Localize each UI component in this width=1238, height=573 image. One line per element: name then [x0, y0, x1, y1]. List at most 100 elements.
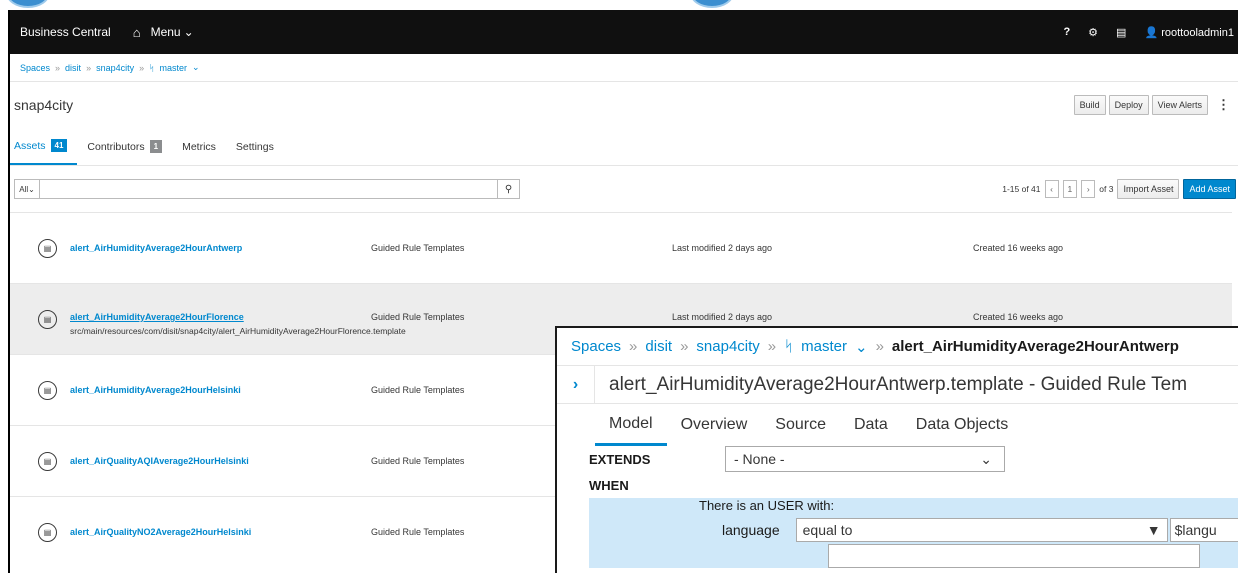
search-icon[interactable]: ⚲: [498, 179, 520, 199]
kebab-menu-icon[interactable]: ⋮: [1217, 97, 1230, 113]
asset-type: Guided Rule Templates: [371, 312, 465, 322]
template-file-icon: ▤: [38, 451, 57, 471]
branch-icon: ᛋ: [149, 62, 155, 73]
asset-name-link[interactable]: alert_AirHumidityAverage2HourFlorence: [70, 312, 244, 322]
asset-modified: Last modified 2 days ago: [672, 243, 773, 253]
editor-title-bar: › alert_AirHumidityAverage2HourAntwerp.t…: [557, 366, 1238, 404]
view-alerts-button[interactable]: View Alerts: [1151, 95, 1208, 115]
import-asset-button[interactable]: Import Asset: [1117, 179, 1180, 199]
breadcrumb-snap4city[interactable]: snap4city: [696, 338, 759, 355]
project-header: snap4city Build Deploy View Alerts ⋮: [10, 82, 1238, 128]
assets-count-badge: 41: [50, 139, 68, 152]
second-operator-select[interactable]: [828, 544, 1200, 568]
chevron-down-icon: ⌄: [28, 184, 35, 194]
user-menu[interactable]: 👤 roottooladmin1: [1144, 26, 1234, 39]
breadcrumb-current-asset: alert_AirHumidityAverage2HourAntwerp: [891, 338, 1179, 355]
chevron-down-icon[interactable]: ⌄: [192, 62, 200, 73]
user-icon: 👤: [1144, 26, 1159, 39]
pagination-range: 1-15 of 41: [1002, 184, 1041, 194]
decorative-blob: [6, 0, 50, 8]
menu-dropdown[interactable]: Menu ⌄: [151, 25, 194, 39]
tab-label: Assets: [14, 139, 46, 152]
breadcrumb: Spaces » disit » snap4city » ᛋ master ⌄: [10, 54, 1238, 82]
operator-value: equal to: [802, 522, 853, 538]
breadcrumb-snap4city[interactable]: snap4city: [96, 63, 134, 73]
project-title: snap4city: [14, 97, 74, 113]
operator-select[interactable]: equal to ▼: [795, 518, 1168, 542]
breadcrumb-separator: »: [86, 62, 92, 73]
build-button[interactable]: Build: [1073, 95, 1106, 115]
tab-overview[interactable]: Overview: [667, 404, 762, 446]
caret-down-icon: ▼: [1146, 522, 1161, 538]
breadcrumb-separator: »: [55, 62, 61, 73]
breadcrumb-spaces[interactable]: Spaces: [571, 338, 621, 355]
asset-created: Created 16 weeks ago: [973, 243, 1064, 253]
asset-name-link[interactable]: alert_AirHumidityAverage2HourAntwerp: [70, 243, 242, 253]
asset-type-value: All: [19, 184, 29, 194]
asset-path: src/main/resources/com/disit/snap4city/a…: [70, 326, 406, 336]
template-file-icon: ▤: [38, 238, 57, 258]
asset-type: Guided Rule Templates: [371, 243, 465, 253]
tab-label: Settings: [235, 140, 274, 153]
tasks-icon[interactable]: ▤: [1116, 26, 1126, 39]
extends-value: - None -: [734, 451, 785, 467]
gear-icon[interactable]: ⚙: [1088, 26, 1098, 39]
breadcrumb-separator: »: [139, 62, 145, 73]
breadcrumb-disit[interactable]: disit: [645, 338, 672, 355]
editor-breadcrumb: Spaces » disit » snap4city » ᛋ master ⌄ …: [557, 328, 1238, 366]
pagination: 1-15 of 41 ‹ 1 › of 3 Import Asset Add A…: [1002, 179, 1238, 199]
extends-select[interactable]: - None - ⌄: [725, 446, 1005, 472]
template-file-icon: ▤: [38, 309, 57, 329]
tab-label: Metrics: [182, 140, 216, 153]
next-page-button[interactable]: ›: [1081, 180, 1096, 198]
tab-source[interactable]: Source: [761, 404, 840, 446]
help-icon[interactable]: ?: [1063, 26, 1070, 38]
tab-data[interactable]: Data: [840, 404, 902, 446]
breadcrumb-separator: »: [875, 338, 884, 355]
asset-name-link[interactable]: alert_AirHumidityAverage2HourHelsinki: [70, 385, 241, 395]
menu-label: Menu: [150, 25, 181, 39]
tab-metrics[interactable]: Metrics: [172, 128, 226, 165]
contributors-count-badge: 1: [149, 140, 163, 153]
breadcrumb-branch[interactable]: master: [160, 63, 188, 73]
asset-type-select[interactable]: All ⌄: [14, 179, 40, 199]
asset-filter-bar: All ⌄ ⚲ 1-15 of 41 ‹ 1 › of 3 Import Ass…: [10, 166, 1238, 212]
home-icon[interactable]: ⌂: [133, 25, 141, 40]
asset-name-link[interactable]: alert_AirQualityAQIAverage2HourHelsinki: [70, 456, 249, 466]
expand-panel-icon[interactable]: ›: [557, 366, 595, 403]
list-item[interactable]: ▤ alert_AirHumidityAverage2HourAntwerp G…: [10, 212, 1232, 283]
tab-contributors[interactable]: Contributors 1: [77, 128, 172, 165]
breadcrumb-separator: »: [680, 338, 689, 355]
chevron-down-icon: ⌄: [980, 450, 992, 467]
asset-modified: Last modified 2 days ago: [672, 312, 773, 322]
condition-text: There is an USER with:: [699, 498, 835, 513]
breadcrumb-separator: »: [629, 338, 638, 355]
rule-editor-grid: EXTENDS - None - ⌄ WHEN There is an USER…: [557, 446, 1238, 568]
breadcrumb-disit[interactable]: disit: [65, 63, 81, 73]
asset-search-input[interactable]: [40, 179, 498, 199]
page-number-input[interactable]: 1: [1062, 180, 1078, 198]
field-constraint: language equal to ▼ $langu: [722, 518, 1238, 542]
deploy-button[interactable]: Deploy: [1108, 95, 1149, 115]
decorative-blob: [690, 0, 734, 8]
top-navbar: Business Central ⌂ Menu ⌄ ? ⚙ ▤ 👤 rootto…: [10, 10, 1238, 54]
prev-page-button[interactable]: ‹: [1044, 180, 1059, 198]
branch-icon: ᛋ: [784, 338, 794, 355]
breadcrumb-spaces[interactable]: Spaces: [20, 63, 50, 73]
tab-settings[interactable]: Settings: [226, 128, 284, 165]
tab-label: Contributors: [87, 140, 145, 153]
breadcrumb-branch[interactable]: master: [801, 338, 847, 355]
template-file-icon: ▤: [38, 522, 57, 542]
add-asset-button[interactable]: Add Asset: [1183, 179, 1236, 199]
value-input[interactable]: $langu: [1169, 518, 1238, 542]
tab-data-objects[interactable]: Data Objects: [902, 404, 1022, 446]
chevron-down-icon[interactable]: ⌄: [855, 338, 868, 356]
tab-model[interactable]: Model: [595, 404, 667, 446]
asset-name-link[interactable]: alert_AirQualityNO2Average2HourHelsinki: [70, 527, 251, 537]
asset-type: Guided Rule Templates: [371, 456, 465, 466]
tab-assets[interactable]: Assets 41: [10, 128, 78, 165]
total-pages: of 3: [1099, 184, 1114, 194]
template-file-icon: ▤: [38, 380, 57, 400]
breadcrumb-separator: »: [767, 338, 777, 355]
brand-link[interactable]: Business Central: [10, 25, 111, 39]
